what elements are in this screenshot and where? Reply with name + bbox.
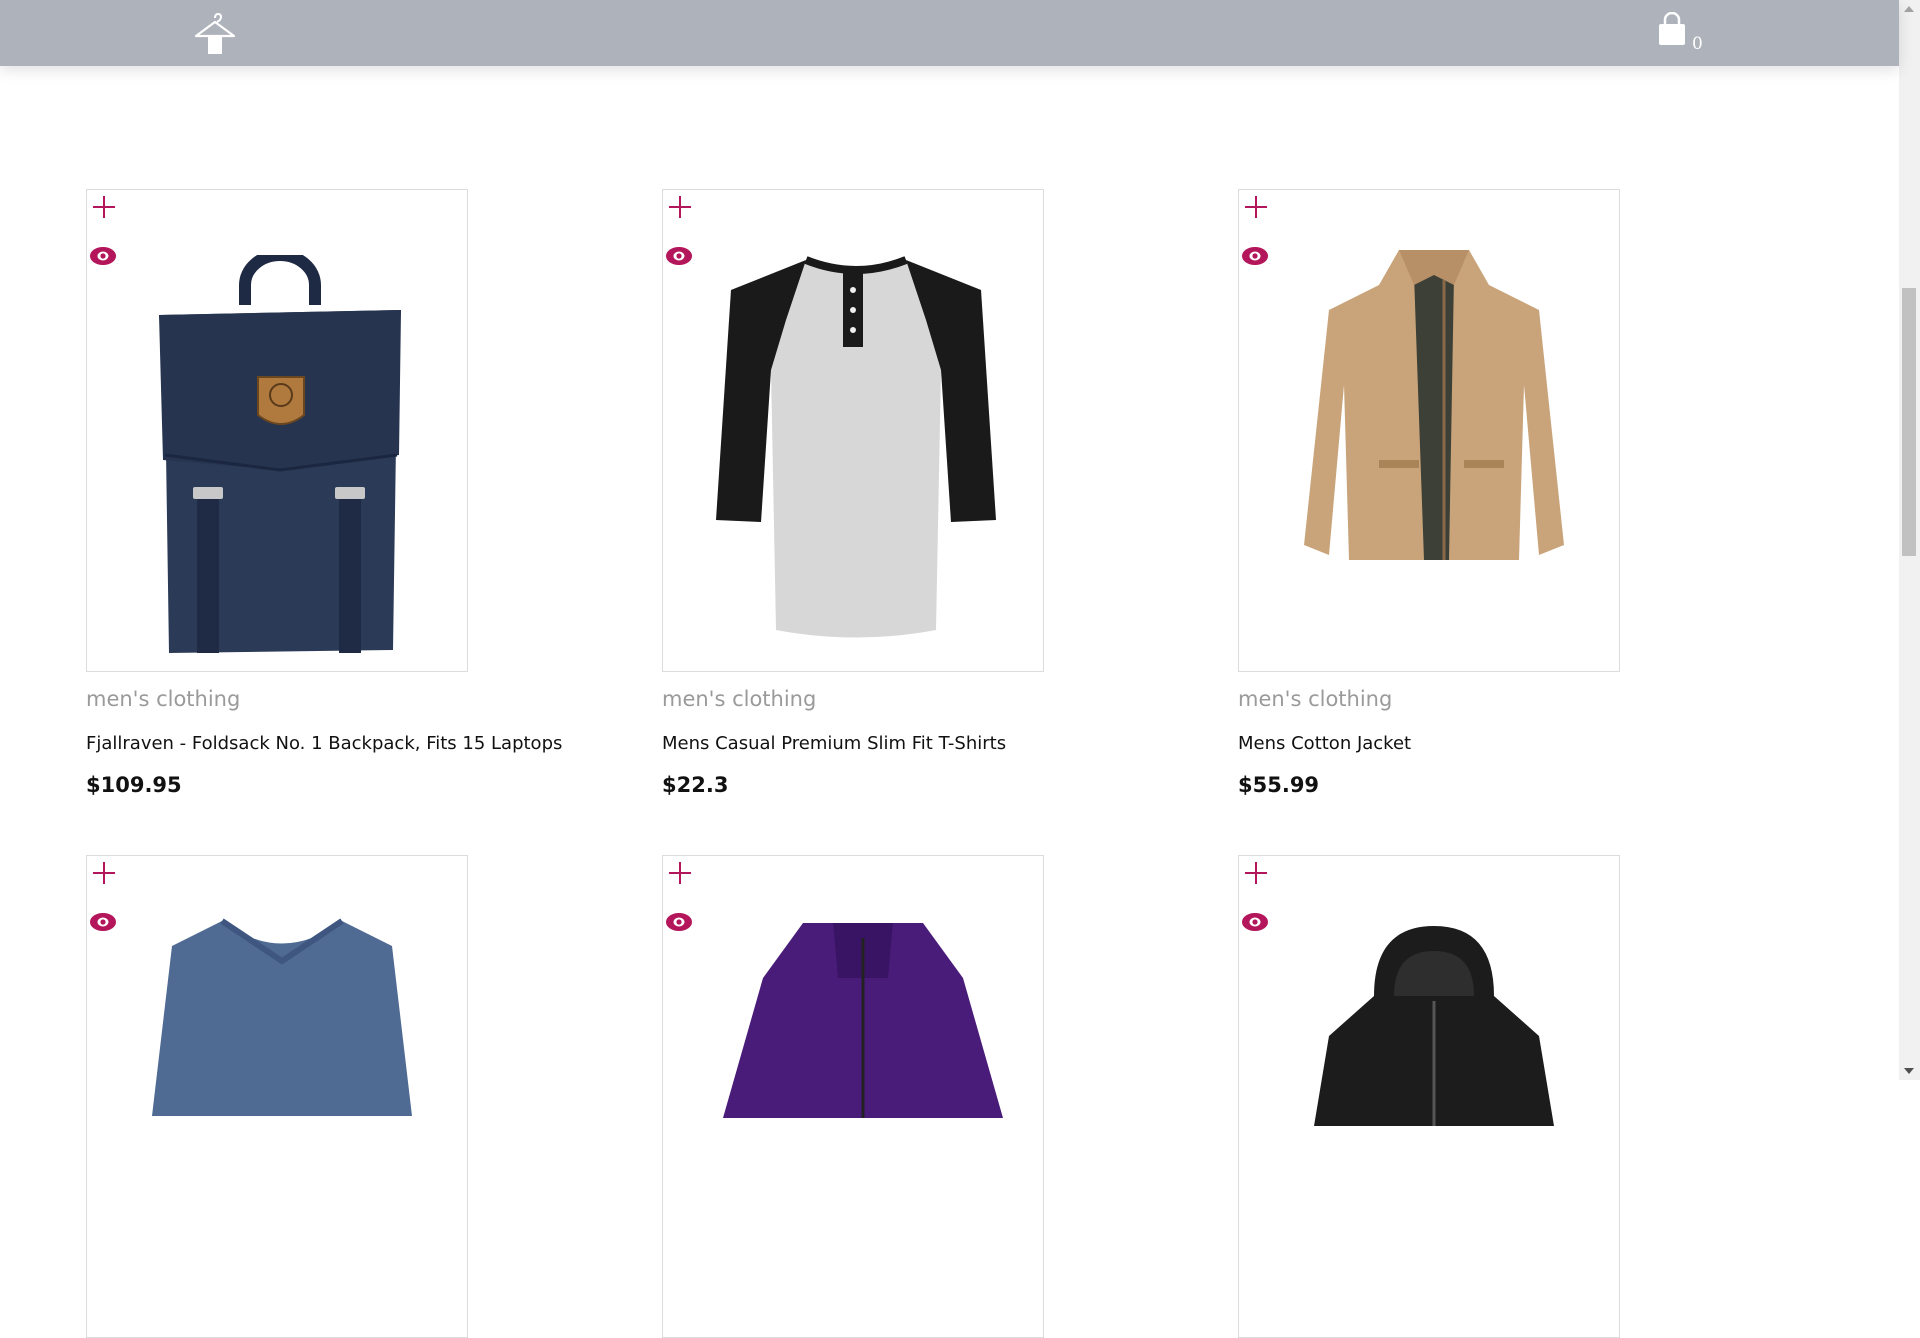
add-to-cart-plus-icon[interactable] <box>667 194 693 220</box>
navy-backpack-image <box>159 255 401 653</box>
add-to-cart-plus-icon[interactable] <box>91 860 117 886</box>
quick-view-eye-icon[interactable] <box>665 911 693 933</box>
product-category: men's clothing <box>1238 687 1393 711</box>
product-image-frame[interactable] <box>662 855 1044 1338</box>
product-title[interactable]: Mens Casual Premium Slim Fit T-Shirts <box>662 733 1006 754</box>
scroll-up-arrow-icon[interactable] <box>1904 6 1914 12</box>
product-price: $22.3 <box>662 773 729 797</box>
add-to-cart-plus-icon[interactable] <box>1243 860 1269 886</box>
product-category: men's clothing <box>86 687 241 711</box>
blue-sweater-image <box>152 918 412 1116</box>
quick-view-eye-icon[interactable] <box>1241 911 1269 933</box>
quick-view-eye-icon[interactable] <box>665 245 693 267</box>
page-scrollbar[interactable] <box>1899 0 1920 1080</box>
cart-count-badge: 0 <box>1692 34 1703 54</box>
add-to-cart-plus-icon[interactable] <box>1243 194 1269 220</box>
scroll-thumb[interactable] <box>1902 288 1916 556</box>
product-image-frame[interactable] <box>1238 189 1620 672</box>
black-leather-jacket-image <box>1314 926 1554 1126</box>
quick-view-eye-icon[interactable] <box>89 245 117 267</box>
product-title[interactable]: Fjallraven - Foldsack No. 1 Backpack, Fi… <box>86 733 562 754</box>
scroll-down-arrow-icon[interactable] <box>1904 1068 1914 1074</box>
product-price: $109.95 <box>86 773 182 797</box>
product-image-frame[interactable] <box>1238 855 1620 1338</box>
khaki-jacket-image <box>1304 250 1564 560</box>
product-image-frame[interactable] <box>86 189 468 672</box>
product-category: men's clothing <box>662 687 817 711</box>
top-navbar: 0 <box>0 0 1899 66</box>
quick-view-eye-icon[interactable] <box>1241 245 1269 267</box>
raglan-tshirt-image <box>716 256 996 638</box>
product-image-frame[interactable] <box>86 855 468 1338</box>
purple-jacket-image <box>723 923 1003 1118</box>
hanger-logo-icon[interactable] <box>190 10 240 58</box>
add-to-cart-plus-icon[interactable] <box>91 194 117 220</box>
product-image-frame[interactable] <box>662 189 1044 672</box>
add-to-cart-plus-icon[interactable] <box>667 860 693 886</box>
product-price: $55.99 <box>1238 773 1320 797</box>
product-title[interactable]: Mens Cotton Jacket <box>1238 733 1411 754</box>
quick-view-eye-icon[interactable] <box>89 911 117 933</box>
